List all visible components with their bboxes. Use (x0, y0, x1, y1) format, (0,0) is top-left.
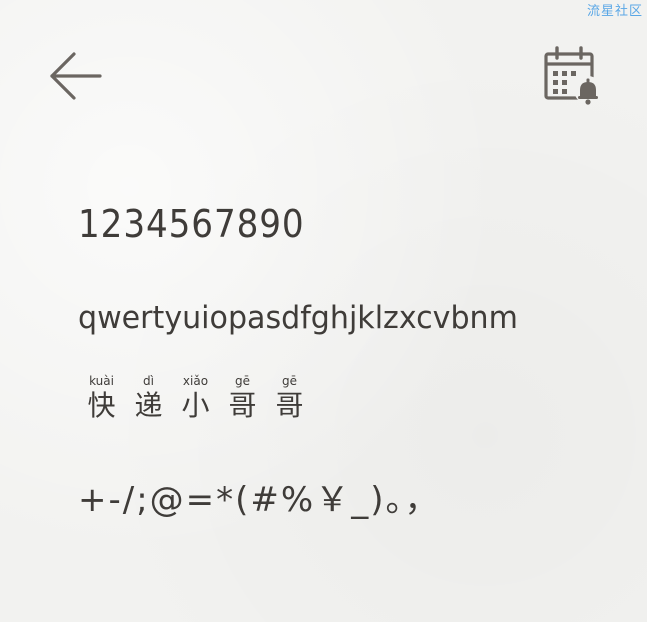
watermark-text: 流星社区 (586, 4, 643, 19)
pinyin-syllable: gē (235, 374, 250, 388)
hanzi-character: 小 (181, 389, 210, 422)
pinyin-char: gē 哥 (266, 374, 313, 424)
hanzi-character: 递 (134, 389, 163, 422)
arrow-left-icon (50, 52, 102, 100)
pinyin-sample: kuài 快 dì 递 xiǎo 小 gē 哥 gē 哥 (78, 374, 313, 424)
hanzi-character: 哥 (275, 389, 304, 422)
pinyin-char: xiǎo 小 (172, 374, 219, 424)
calendar-reminder-button[interactable] (540, 42, 602, 106)
pinyin-syllable: kuài (89, 374, 114, 388)
pinyin-syllable: gē (282, 374, 297, 388)
pinyin-char: gē 哥 (219, 374, 266, 424)
pinyin-syllable: xiǎo (182, 374, 209, 388)
hanzi-character: 哥 (228, 389, 257, 422)
sample-digits: 1234567890 (78, 202, 305, 246)
pinyin-char: kuài 快 (78, 374, 125, 424)
sample-letters: qwertyuiopasdfghjklzxcvbnm (78, 300, 518, 336)
back-button[interactable] (44, 48, 106, 106)
sample-symbols: +-/;@=*(#%￥_)。， (78, 480, 441, 520)
pinyin-syllable: dì (143, 374, 154, 388)
calendar-bell-icon (544, 46, 602, 105)
hanzi-character: 快 (87, 389, 116, 422)
pinyin-char: dì 递 (125, 374, 172, 424)
